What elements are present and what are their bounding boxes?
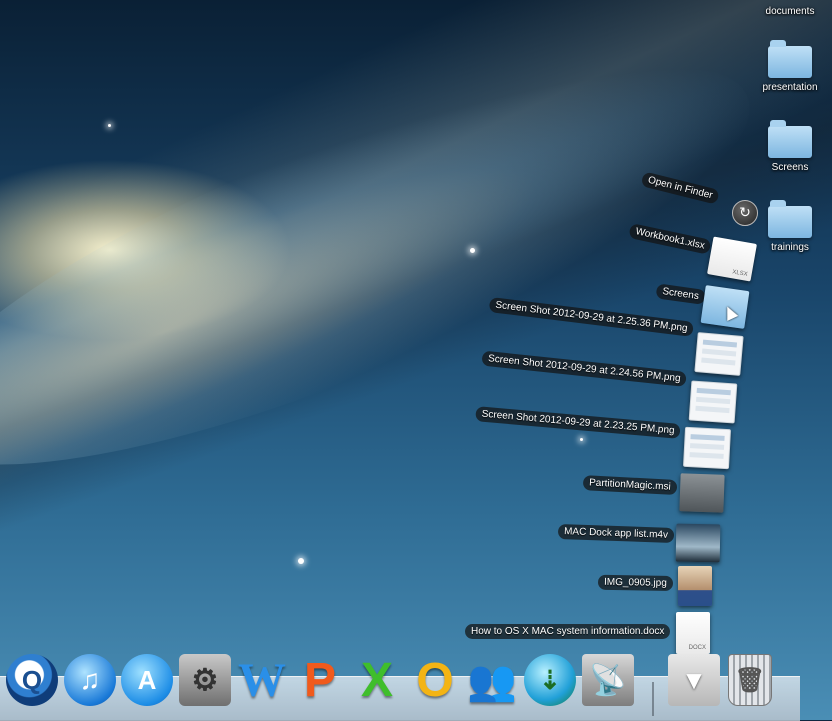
trash-icon[interactable]: 🗑 <box>728 654 772 706</box>
excel-icon[interactable]: X <box>351 654 403 707</box>
star <box>580 438 583 441</box>
png-file-icon[interactable] <box>688 380 738 424</box>
star <box>298 558 304 564</box>
word-icon[interactable]: W <box>236 654 288 707</box>
remote-desktop-icon[interactable]: 📡 <box>582 654 634 706</box>
itunes-icon[interactable]: ♫ <box>64 654 116 706</box>
png-file-icon[interactable] <box>682 426 732 470</box>
folder-icon <box>768 40 812 78</box>
folder-icon <box>768 200 812 238</box>
dock-separator <box>652 682 654 716</box>
outlook-icon[interactable]: O <box>409 654 461 707</box>
desktop-item-label: Screens <box>771 162 809 173</box>
quicktime-icon[interactable]: Q <box>6 654 58 706</box>
desktop-folder-trainings[interactable]: trainings <box>750 200 830 253</box>
png-file-icon[interactable] <box>694 332 744 376</box>
xlsx-file-icon[interactable]: XLSX <box>707 236 757 282</box>
open-in-finder-arrow-icon[interactable]: ↻ <box>732 200 758 226</box>
desktop-item-label: documents <box>765 6 815 17</box>
msi-file-icon[interactable] <box>679 473 725 513</box>
star <box>108 124 111 127</box>
video-file-icon[interactable] <box>675 523 721 563</box>
desktop-item-label: trainings <box>771 242 809 253</box>
desktop-folder-screens[interactable]: Screens <box>750 120 830 173</box>
app-store-icon[interactable]: A <box>121 654 173 706</box>
star <box>470 248 475 253</box>
desktop-item-label: presentation <box>762 82 818 93</box>
desktop-item-documents[interactable]: documents <box>750 2 830 17</box>
docx-file-icon[interactable]: DOCX <box>676 612 710 654</box>
system-preferences-icon[interactable]: ⚙ <box>179 654 231 706</box>
fan-item-label[interactable]: How to OS X MAC system information.docx <box>465 624 671 639</box>
network-globe-icon[interactable]: ⇣ <box>524 654 576 706</box>
messenger-icon[interactable]: 👥 <box>466 654 518 706</box>
jpg-file-icon[interactable] <box>678 566 712 606</box>
fan-item-label[interactable]: IMG_0905.jpg <box>597 574 673 591</box>
folder-icon <box>768 120 812 158</box>
desktop-folder-presentation[interactable]: presentation <box>750 40 830 93</box>
powerpoint-icon[interactable]: P <box>294 654 346 707</box>
downloads-stack-icon[interactable]: ▼ <box>668 654 720 706</box>
